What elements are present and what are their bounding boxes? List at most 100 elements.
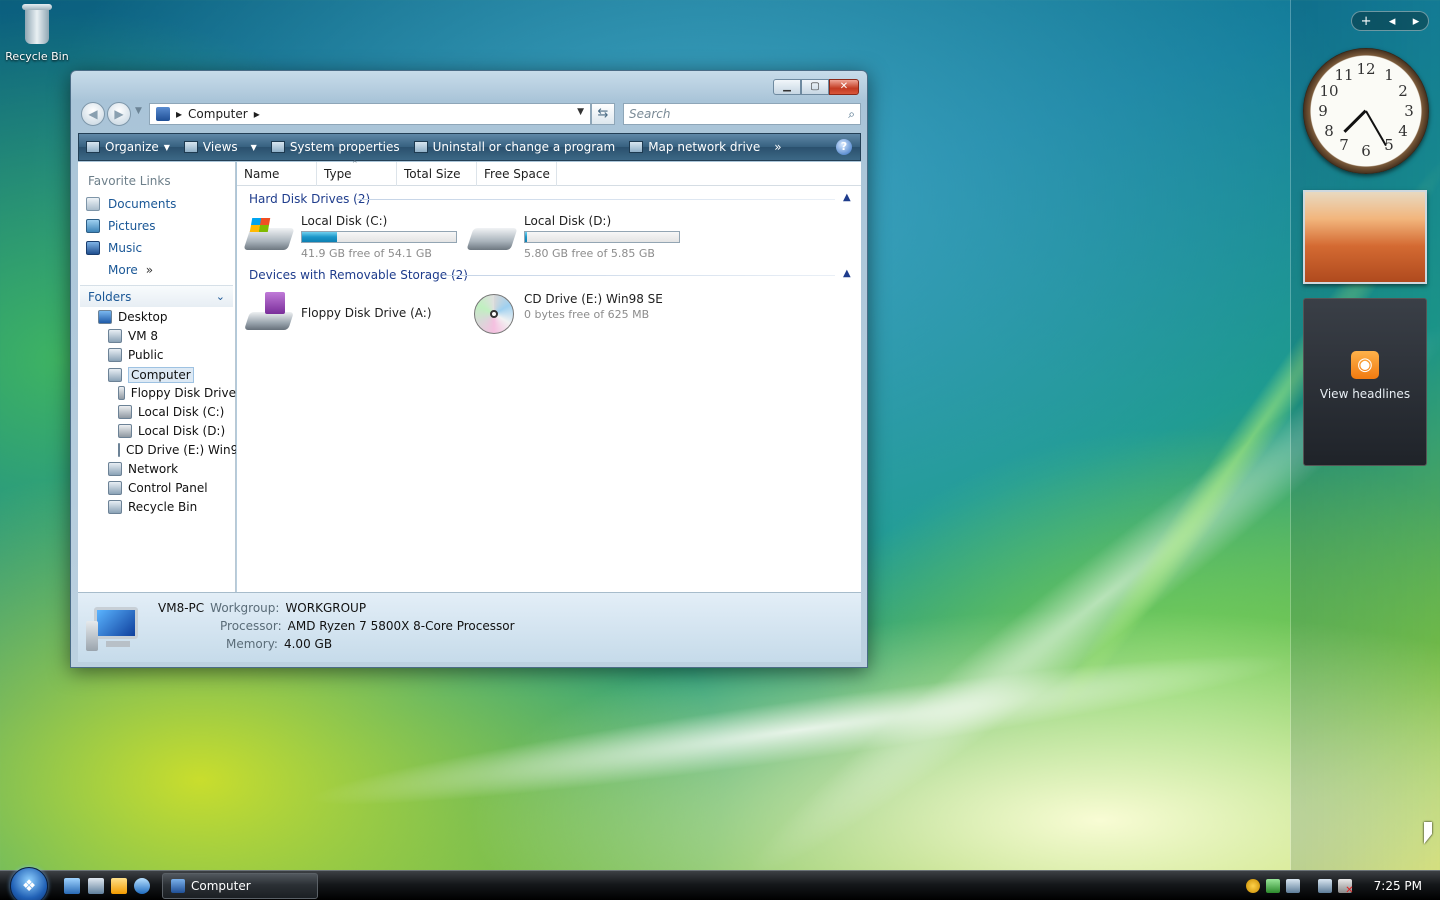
minimize-button[interactable]: ▁ — [773, 79, 801, 95]
hard-drive-icon — [243, 214, 295, 256]
folder-tree-item[interactable]: Control Panel — [108, 481, 236, 495]
folder-tree-item[interactable]: Network — [108, 462, 236, 476]
security-shield-icon[interactable] — [1245, 879, 1260, 893]
folder-tree-label: CD Drive (E:) Win98 — [126, 443, 236, 457]
back-button[interactable]: ◀ — [81, 102, 105, 126]
folder-tree-item[interactable]: Desktop — [98, 310, 236, 324]
organize-button[interactable]: Organize ▼ — [79, 134, 177, 160]
recycle-bin-label: Recycle Bin — [5, 50, 69, 63]
folder-tree-item[interactable]: VM 8 — [108, 329, 236, 343]
close-button[interactable]: ✕ — [829, 79, 859, 95]
folders-title: Folders — [88, 290, 132, 304]
explorer-window: ▁ ▢ ✕ ◀ ▶ ▼ ▸ Computer ▸ ▼ ⇆ Search ⌕ Or… — [70, 70, 868, 668]
clock-gadget[interactable]: 12 1 2 3 4 5 6 7 8 9 10 11 — [1303, 48, 1429, 174]
prev-gadget-button[interactable]: ◂ — [1389, 14, 1396, 29]
column-header-total-size[interactable]: Total Size — [397, 162, 477, 186]
maximize-button[interactable]: ▢ — [801, 79, 829, 95]
clock-number: 6 — [1361, 142, 1371, 160]
system-properties-button[interactable]: System properties — [264, 134, 407, 160]
favorite-link-pictures[interactable]: Pictures — [86, 219, 156, 233]
clock-time[interactable]: 7:25 PM — [1374, 879, 1422, 893]
drive-local-disk-c[interactable]: Local Disk (C:) 41.9 GB free of 54.1 GB — [243, 214, 457, 260]
folder-icon — [118, 386, 125, 400]
folder-tree-item[interactable]: Floppy Disk Drive — [118, 386, 236, 400]
switch-windows-icon[interactable] — [88, 878, 104, 894]
memory-label: Memory: — [226, 637, 278, 651]
folders-header[interactable]: Folders ⌄ — [80, 285, 233, 307]
group-divider — [443, 275, 835, 276]
clock-minute-hand — [1365, 110, 1387, 147]
start-button[interactable]: ❖ — [10, 867, 48, 900]
breadcrumb-separator[interactable]: ▸ — [176, 107, 182, 121]
column-headers: Name Type ⌃ Total Size Free Space — [237, 160, 861, 186]
next-gadget-button[interactable]: ▸ — [1413, 14, 1420, 29]
drive-floppy-a[interactable]: Floppy Disk Drive (A:) — [244, 292, 432, 334]
chevron-down-icon: ▼ — [250, 142, 257, 152]
display-icon[interactable] — [1317, 879, 1332, 893]
breadcrumb-separator[interactable]: ▸ — [254, 107, 260, 121]
folder-tree-label: Local Disk (D:) — [138, 424, 226, 438]
feed-headlines-gadget[interactable]: ◉ View headlines — [1303, 298, 1427, 466]
more-commands-button[interactable]: » — [767, 134, 788, 160]
search-placeholder: Search — [629, 107, 671, 121]
computer-monitor-icon — [86, 607, 140, 653]
collapse-arrow-icon[interactable]: ▲ — [843, 268, 851, 279]
update-icon[interactable] — [1265, 879, 1280, 893]
column-header-type[interactable]: Type ⌃ — [317, 160, 397, 186]
address-dropdown-icon[interactable]: ▼ — [577, 107, 584, 117]
navigation-pane: Favorite Links Documents Pictures Music … — [78, 162, 236, 592]
folder-tree-item[interactable]: Public — [108, 348, 236, 362]
forward-button[interactable]: ▶ — [107, 102, 131, 126]
refresh-button[interactable]: ⇆ — [591, 103, 615, 125]
drive-cd-e[interactable]: CD Drive (E:) Win98 SE 0 bytes free of 6… — [468, 292, 663, 334]
clock-number: 8 — [1324, 122, 1334, 140]
address-bar[interactable]: ▸ Computer ▸ ▼ — [149, 103, 591, 125]
network-status-icon[interactable] — [1285, 879, 1300, 893]
recent-pages-dropdown[interactable]: ▼ — [135, 106, 142, 116]
breadcrumb-computer[interactable]: Computer — [188, 107, 248, 121]
details-row-name: VM8-PC Workgroup: WORKGROUP — [158, 601, 366, 615]
search-input[interactable]: Search ⌕ — [623, 103, 861, 125]
folder-tree-item[interactable]: Computer — [108, 367, 236, 383]
folder-tree-item[interactable]: CD Drive (E:) Win98 — [118, 443, 236, 457]
group-header-hard-disks[interactable]: Hard Disk Drives (2) — [249, 192, 370, 206]
map-network-drive-button[interactable]: Map network drive — [622, 134, 767, 160]
folder-tree-label: Network — [128, 462, 179, 476]
folder-icon — [98, 310, 112, 324]
desktop-recycle-bin[interactable]: Recycle Bin — [4, 2, 70, 63]
drive-local-disk-d[interactable]: Local Disk (D:) 5.80 GB free of 5.85 GB — [466, 214, 680, 260]
column-header-name[interactable]: Name — [237, 162, 317, 186]
internet-explorer-icon[interactable] — [134, 878, 150, 894]
volume-muted-icon[interactable]: ✕ — [1337, 879, 1354, 896]
folder-tree-label: Local Disk (C:) — [138, 405, 225, 419]
navigation-bar: ◀ ▶ ▼ ▸ Computer ▸ ▼ ⇆ Search ⌕ — [79, 101, 861, 127]
taskbar-button-computer[interactable]: Computer — [162, 873, 318, 899]
favorite-links-more[interactable]: More » — [108, 263, 153, 277]
collapse-arrow-icon[interactable]: ▲ — [843, 192, 851, 203]
folder-icon — [118, 424, 132, 438]
folder-icon — [118, 405, 132, 419]
media-player-icon[interactable] — [111, 878, 127, 894]
help-button[interactable]: ? — [836, 139, 852, 155]
favorite-link-label: Pictures — [108, 219, 156, 233]
column-header-free-space[interactable]: Free Space — [477, 162, 557, 186]
views-button[interactable]: Views ▼ — [177, 134, 264, 160]
drive-usage-fill — [525, 232, 527, 242]
music-icon — [86, 241, 100, 255]
slideshow-gadget[interactable] — [1303, 190, 1427, 284]
folder-tree-label: Control Panel — [128, 481, 208, 495]
folder-tree-item[interactable]: Local Disk (D:) — [118, 424, 236, 438]
drive-usage-fill — [302, 232, 338, 242]
clock-number: 2 — [1398, 82, 1408, 100]
favorite-link-documents[interactable]: Documents — [86, 197, 176, 211]
favorite-link-music[interactable]: Music — [86, 241, 142, 255]
folder-tree-item[interactable]: Local Disk (C:) — [118, 405, 236, 419]
add-gadget-button[interactable]: + — [1361, 14, 1372, 29]
windows-sidebar: + ◂ ▸ 12 1 2 3 4 5 6 7 8 9 10 11 ◉ View … — [1290, 0, 1440, 870]
group-header-removable[interactable]: Devices with Removable Storage (2) — [249, 268, 468, 282]
show-desktop-icon[interactable] — [64, 878, 80, 894]
search-icon[interactable]: ⌕ — [848, 104, 855, 124]
folder-tree-item[interactable]: Recycle Bin — [108, 500, 236, 514]
folder-icon — [108, 481, 122, 495]
uninstall-program-button[interactable]: Uninstall or change a program — [407, 134, 623, 160]
